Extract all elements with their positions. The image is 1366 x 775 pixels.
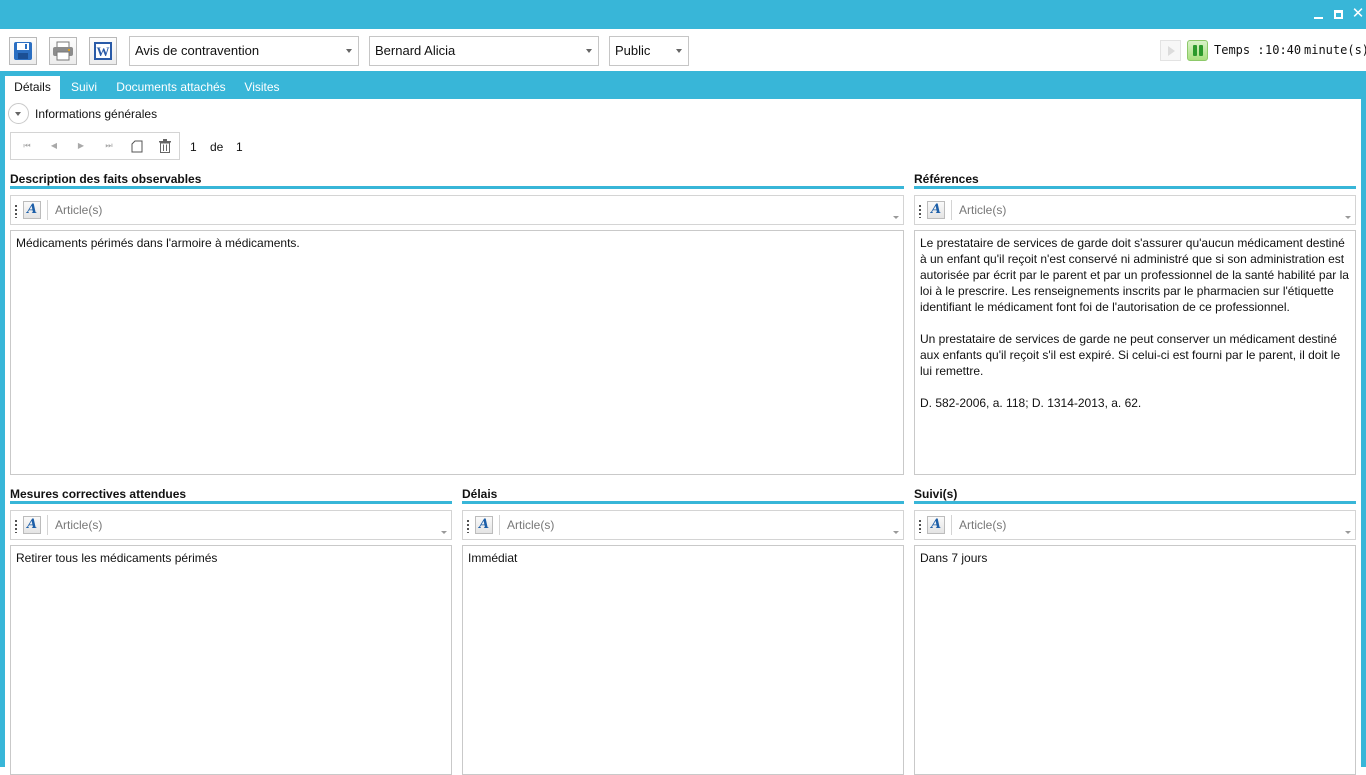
minimize-icon[interactable] [1310, 6, 1326, 22]
references-textbox[interactable]: Le prestataire de services de garde doit… [914, 230, 1356, 475]
separator [951, 200, 952, 220]
followups-textbox[interactable]: Dans 7 jours [914, 545, 1356, 775]
tab-visites[interactable]: Visites [237, 76, 287, 99]
tab-suivi[interactable]: Suivi [65, 76, 103, 99]
visibility-value: Public [615, 43, 651, 58]
chevron-down-icon[interactable] [893, 216, 899, 219]
chevron-down-icon[interactable] [1345, 531, 1351, 534]
chevron-down-icon [586, 49, 592, 53]
references-paragraph: Un prestataire de services de garde ne p… [920, 332, 1341, 378]
followups-article-bar: A Article(s) [914, 510, 1356, 540]
delays-text: Immédiat [468, 551, 518, 565]
chevron-down-icon[interactable] [893, 531, 899, 534]
delays-article-input[interactable]: Article(s) [507, 518, 554, 532]
save-button[interactable] [9, 37, 37, 65]
article-style-icon[interactable]: A [23, 201, 41, 219]
corrective-article-input[interactable]: Article(s) [55, 518, 102, 532]
followups-underline [914, 501, 1356, 504]
toolbar: W Avis de contravention Bernard Alicia P… [0, 29, 1366, 71]
followups-title: Suivi(s) [914, 487, 958, 501]
document-type-value: Avis de contravention [135, 43, 260, 58]
description-article-input[interactable]: Article(s) [55, 203, 102, 217]
grip-icon [919, 204, 921, 218]
article-style-icon[interactable]: A [927, 516, 945, 534]
first-record-icon[interactable]: ⏮ [21, 140, 33, 152]
references-title: Références [914, 172, 979, 186]
tab-documents-attaches[interactable]: Documents attachés [111, 76, 231, 99]
total-records: 1 [236, 140, 243, 154]
followups-text: Dans 7 jours [920, 551, 988, 565]
chevron-down-icon[interactable] [1345, 216, 1351, 219]
tab-details[interactable]: Détails [5, 76, 60, 99]
current-record: 1 [190, 140, 197, 154]
article-style-icon[interactable]: A [475, 516, 493, 534]
of-label: de [210, 140, 224, 154]
timer-unit: minute(s) [1304, 43, 1366, 57]
delays-textbox[interactable]: Immédiat [462, 545, 904, 775]
grip-icon [919, 519, 921, 533]
word-icon: W [94, 42, 112, 60]
expand-icon[interactable] [8, 103, 29, 124]
grip-icon [467, 519, 469, 533]
timer-label: Temps : [1214, 43, 1265, 57]
references-article-bar: A Article(s) [914, 195, 1356, 225]
maximize-icon[interactable] [1330, 6, 1346, 22]
word-export-button[interactable]: W [89, 37, 117, 65]
next-record-icon[interactable]: ▶ [75, 140, 87, 152]
title-bar: ✕ [0, 0, 1366, 29]
print-icon [53, 41, 73, 61]
corrective-article-bar: A Article(s) [10, 510, 452, 540]
last-record-icon[interactable]: ⏭ [103, 140, 115, 152]
save-icon [14, 42, 32, 60]
separator [47, 200, 48, 220]
timer-value: 10:40 [1265, 43, 1302, 57]
new-record-icon[interactable] [131, 140, 143, 153]
record-navigator: ⏮ ◀ ▶ ⏭ [10, 132, 180, 160]
visibility-select[interactable]: Public [609, 36, 689, 66]
grip-icon [15, 519, 17, 533]
chevron-down-icon [346, 49, 352, 53]
corrective-textbox[interactable]: Retirer tous les médicaments périmés [10, 545, 452, 775]
references-article-input[interactable]: Article(s) [959, 203, 1006, 217]
corrective-title: Mesures correctives attendues [10, 487, 187, 501]
references-citation: D. 582-2006, a. 118; D. 1314-2013, a. 62… [920, 396, 1142, 410]
delays-underline [462, 501, 904, 504]
chevron-down-icon [676, 49, 682, 53]
delete-icon[interactable] [159, 139, 171, 153]
description-text: Médicaments périmés dans l'armoire à méd… [16, 236, 300, 250]
description-title: Description des faits observables [10, 172, 202, 186]
document-type-select[interactable]: Avis de contravention [129, 36, 359, 66]
delays-article-bar: A Article(s) [462, 510, 904, 540]
description-article-bar: A Article(s) [10, 195, 904, 225]
play-icon[interactable] [1160, 40, 1181, 61]
previous-record-icon[interactable]: ◀ [48, 140, 60, 152]
corrective-underline [10, 501, 452, 504]
close-icon[interactable]: ✕ [1350, 6, 1366, 22]
svg-text:W: W [97, 44, 110, 59]
chevron-down-icon[interactable] [441, 531, 447, 534]
article-style-icon[interactable]: A [927, 201, 945, 219]
pause-icon[interactable] [1187, 40, 1208, 61]
references-underline [914, 186, 1356, 189]
followups-article-input[interactable]: Article(s) [959, 518, 1006, 532]
separator [951, 515, 952, 535]
references-paragraph: Le prestataire de services de garde doit… [920, 236, 1349, 314]
print-button[interactable] [49, 37, 77, 65]
section-title: Informations générales [35, 107, 158, 121]
grip-icon [15, 204, 17, 218]
corrective-text: Retirer tous les médicaments périmés [16, 551, 218, 565]
article-style-icon[interactable]: A [23, 516, 41, 534]
description-underline [10, 186, 904, 189]
separator [47, 515, 48, 535]
person-select[interactable]: Bernard Alicia [369, 36, 599, 66]
delays-title: Délais [462, 487, 498, 501]
separator [499, 515, 500, 535]
person-value: Bernard Alicia [375, 43, 456, 58]
description-textbox[interactable]: Médicaments périmés dans l'armoire à méd… [10, 230, 904, 475]
